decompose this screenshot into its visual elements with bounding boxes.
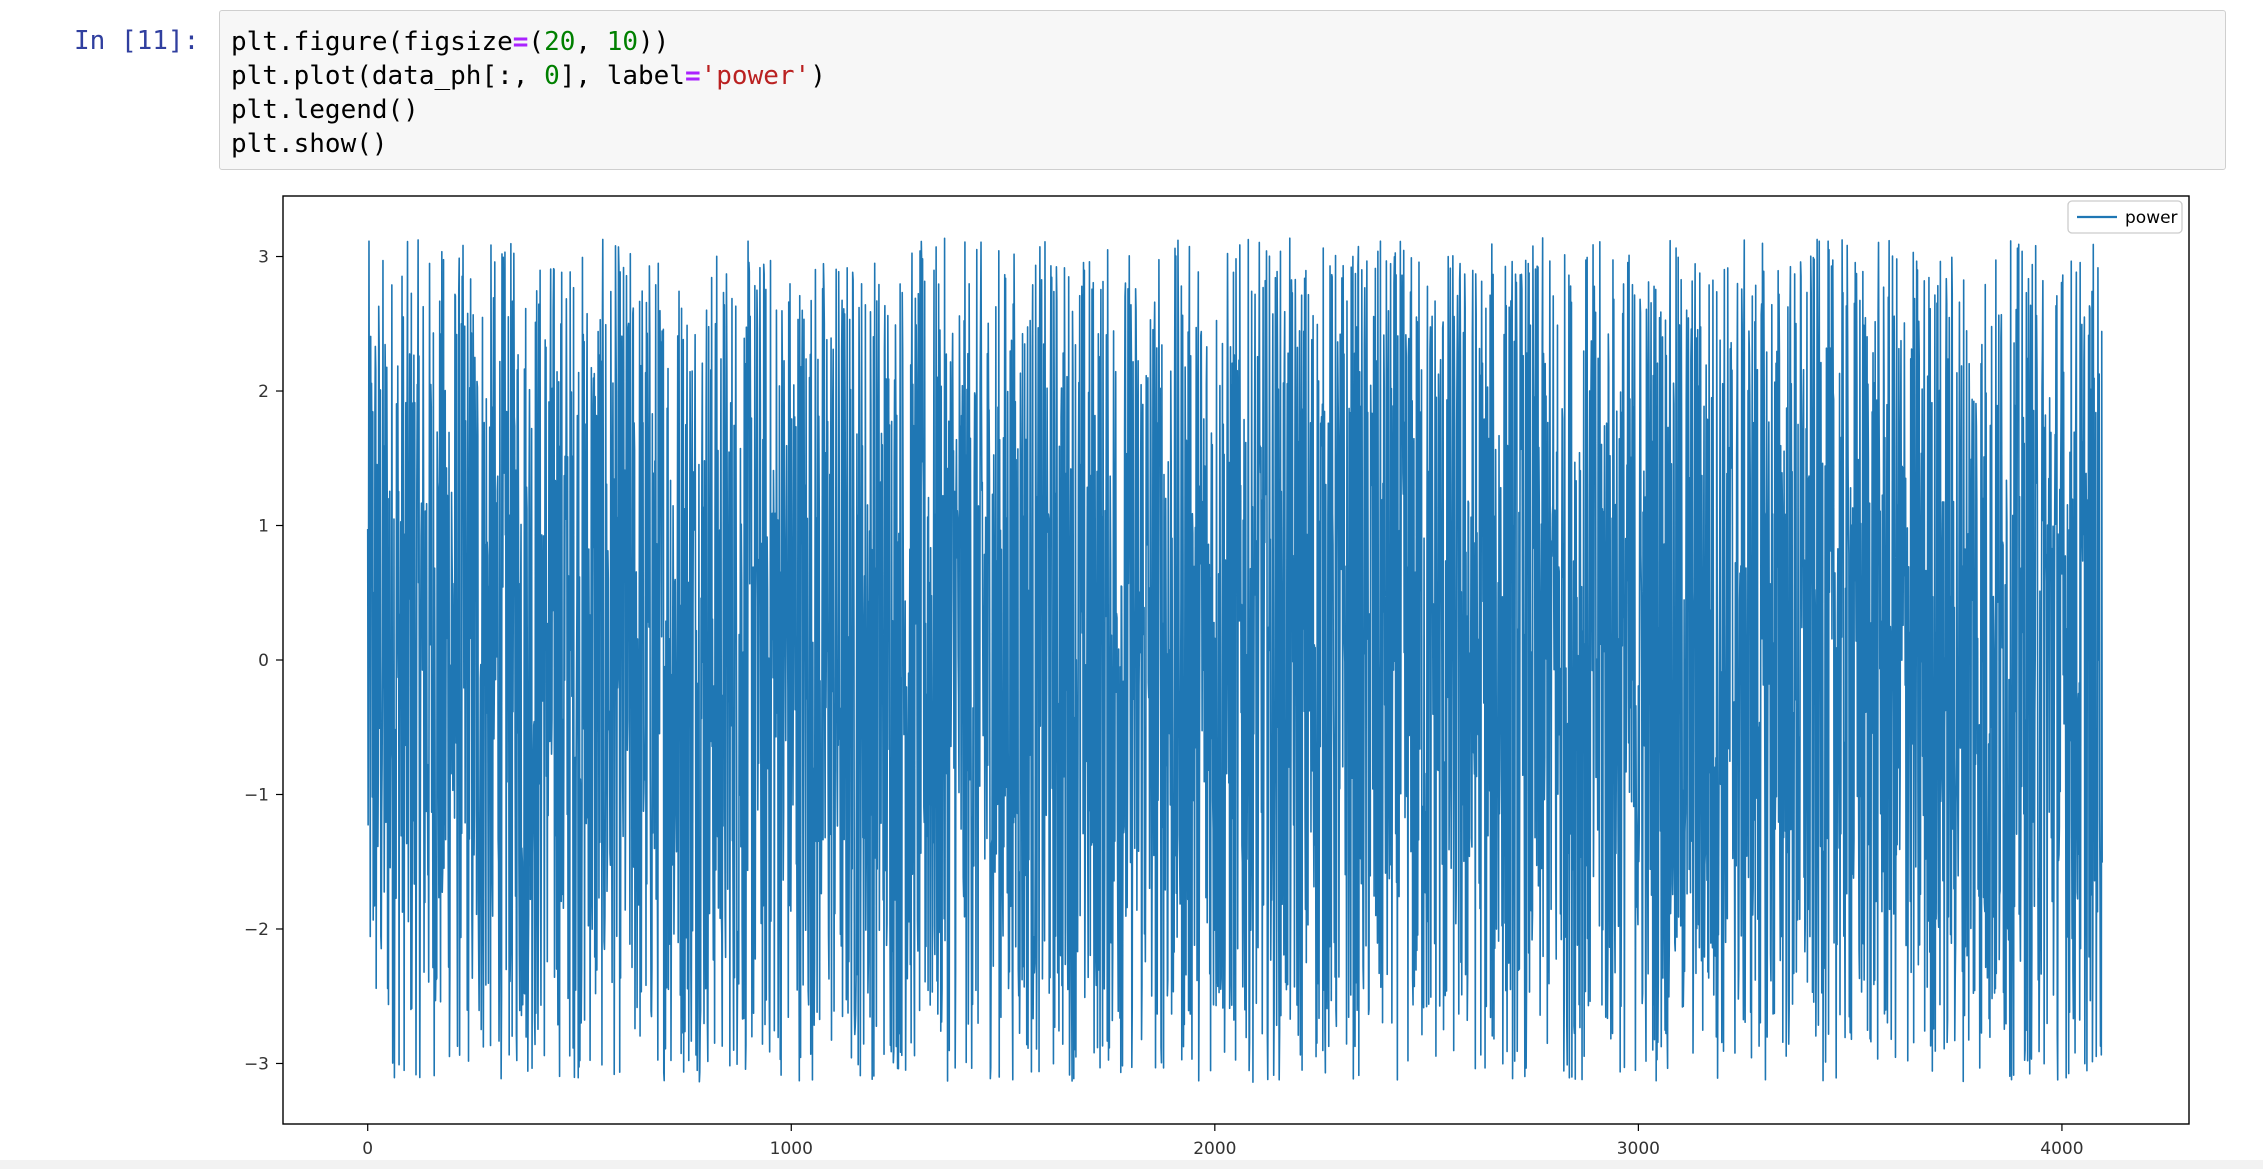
bottom-scroll-strip — [0, 1160, 2263, 1169]
cell-output: 0 1000 2000 3000 4000 3 2 1 0 −1 −2 −3 power — [219, 188, 2226, 1163]
y-tick-label: 1 — [258, 517, 269, 537]
code-line: plt.plot(data_ph[:, 0], label='power') — [231, 59, 826, 93]
y-tick-label: 0 — [258, 651, 269, 671]
code-token: plt.plot(data_ph[:, — [231, 61, 545, 91]
y-tick-label: −3 — [244, 1054, 269, 1074]
code-token: , — [575, 27, 607, 57]
code-token: = — [512, 27, 529, 57]
y-tick-label: −1 — [244, 785, 269, 805]
y-tick-label: 2 — [258, 382, 269, 402]
code-token: 0 — [544, 61, 560, 91]
legend-label-power: power — [2125, 208, 2178, 228]
y-tick-label: −2 — [244, 920, 269, 940]
cell-prompt: In [11]: — [74, 26, 200, 56]
code-line: plt.show() — [231, 127, 826, 161]
code-line: plt.legend() — [231, 93, 826, 127]
code-token: 'power' — [700, 61, 811, 91]
matplotlib-figure: 0 1000 2000 3000 4000 3 2 1 0 −1 −2 −3 power — [219, 188, 2226, 1163]
code-token: 20 — [544, 27, 576, 57]
x-tick-label: 3000 — [1617, 1139, 1660, 1159]
code-token: )) — [638, 27, 670, 57]
x-tick-label: 1000 — [770, 1139, 813, 1159]
code-token: plt.figure(figsize — [231, 27, 513, 57]
legend: power — [2067, 200, 2183, 234]
code-token: 10 — [606, 27, 639, 57]
code-editor[interactable]: plt.figure(figsize=(20, 10)) plt.plot(dat… — [231, 25, 826, 161]
x-tick-label: 4000 — [2040, 1139, 2083, 1159]
y-tick-label: 3 — [258, 248, 269, 268]
code-cell-input[interactable]: plt.figure(figsize=(20, 10)) plt.plot(dat… — [219, 10, 2226, 170]
notebook-page: In [11]: plt.figure(figsize=(20, 10)) plt… — [0, 0, 2263, 1169]
code-token: = — [684, 61, 701, 91]
x-tick-label: 0 — [362, 1139, 373, 1159]
code-token: ], label — [559, 61, 685, 91]
code-token: ( — [528, 27, 545, 57]
code-token: ) — [810, 61, 826, 91]
code-token: plt.show() — [231, 129, 388, 159]
x-tick-label: 2000 — [1193, 1139, 1236, 1159]
code-line: plt.figure(figsize=(20, 10)) — [231, 25, 826, 59]
code-token: plt.legend() — [231, 95, 419, 125]
